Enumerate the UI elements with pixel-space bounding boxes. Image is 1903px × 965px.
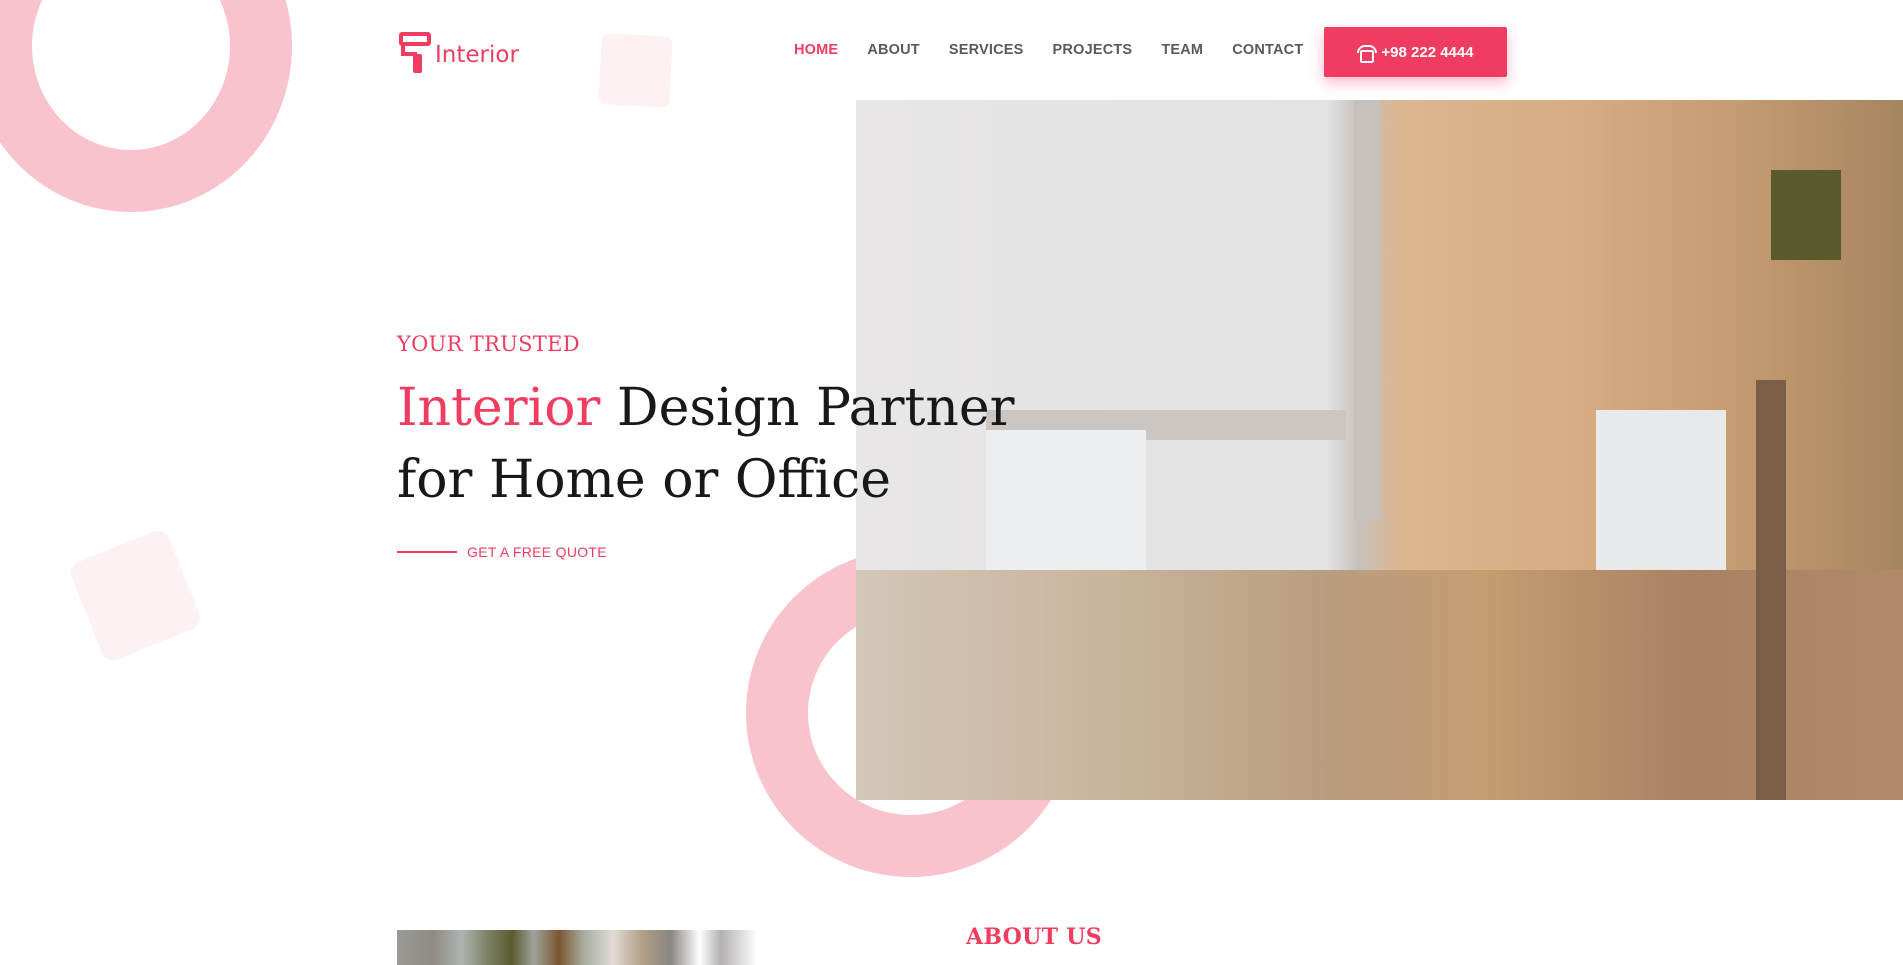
nav-item-about[interactable]: ABOUT xyxy=(867,40,920,60)
nav-item-contact[interactable]: CONTACT xyxy=(1232,40,1303,60)
hero-eyebrow: YOUR TRUSTED xyxy=(397,332,580,356)
main-navigation: HOME ABOUT SERVICES PROJECTS TEAM CONTAC… xyxy=(794,40,1332,60)
free-quote-link[interactable]: GET A FREE QUOTE xyxy=(397,544,607,560)
about-image xyxy=(397,930,757,965)
paint-roller-icon xyxy=(399,32,433,74)
hero-title-accent: Interior xyxy=(397,378,601,438)
decorative-ring-top xyxy=(0,0,292,212)
nav-item-services[interactable]: SERVICES xyxy=(949,40,1024,60)
nav-item-projects[interactable]: PROJECTS xyxy=(1053,40,1133,60)
free-quote-label: GET A FREE QUOTE xyxy=(467,544,607,560)
hero-title-line1: Design Partner xyxy=(616,378,1015,438)
decorative-square-top xyxy=(598,33,673,108)
site-logo[interactable]: Interior xyxy=(399,32,519,74)
about-section-title: ABOUT US xyxy=(966,924,1102,950)
decorative-square-left xyxy=(67,527,204,664)
phone-number: +98 222 4444 xyxy=(1381,43,1474,61)
phone-contact-button[interactable]: +98 222 4444 xyxy=(1324,27,1507,77)
phone-icon xyxy=(1357,45,1378,63)
nav-item-home[interactable]: HOME xyxy=(794,40,838,60)
hero-title-line2: for Home or Office xyxy=(397,450,891,510)
logo-text: Interior xyxy=(435,42,519,68)
hero-title: Interior Design Partner for Home or Offi… xyxy=(397,372,1097,516)
nav-item-team[interactable]: TEAM xyxy=(1161,40,1203,60)
quote-line-divider xyxy=(397,551,457,553)
